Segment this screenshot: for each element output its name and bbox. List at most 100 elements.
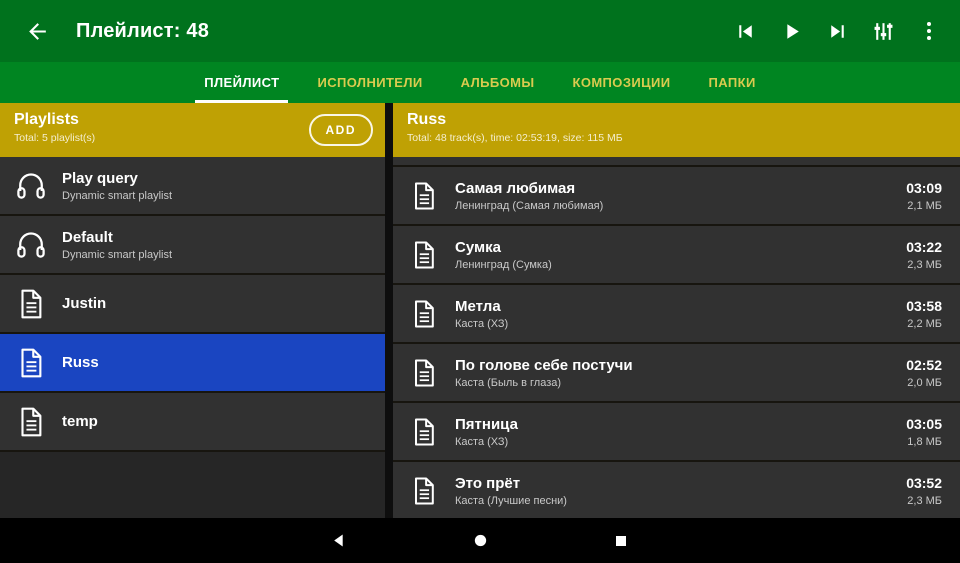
overflow-menu-button[interactable] bbox=[910, 11, 948, 51]
track-meta: 03:58 2,2 МБ bbox=[906, 298, 942, 330]
playlist-subtitle: Dynamic smart playlist bbox=[62, 189, 173, 202]
playlist-title: Justin bbox=[62, 295, 107, 312]
playlist-subtitle: Dynamic smart playlist bbox=[62, 248, 173, 261]
playlist-title: Play query bbox=[62, 169, 138, 187]
track-subtitle: Ленинград (Сумка) bbox=[455, 258, 552, 271]
track-subtitle: Каста (Лучшие песни) bbox=[455, 494, 567, 507]
headphones-icon bbox=[12, 226, 50, 264]
equalizer-button[interactable] bbox=[864, 11, 902, 51]
playlist-title: Default bbox=[62, 228, 113, 246]
add-playlist-button[interactable]: ADD bbox=[308, 114, 373, 146]
track-subtitle: Каста (ХЗ) bbox=[455, 317, 509, 330]
back-button[interactable] bbox=[18, 11, 56, 51]
track-size: 2,2 МБ bbox=[907, 317, 942, 330]
track-duration: 03:58 bbox=[906, 297, 942, 314]
tab-folders[interactable]: ПАПКИ bbox=[692, 62, 773, 103]
tracks-panel-header: Russ Total: 48 track(s), time: 02:53:19,… bbox=[393, 103, 960, 157]
equalizer-sliders-icon bbox=[874, 22, 892, 40]
tracks-panel: Russ Total: 48 track(s), time: 02:53:19,… bbox=[393, 103, 960, 518]
tracks-header-title: Russ bbox=[407, 111, 447, 128]
track-row[interactable]: Это прёт Каста (Лучшие песни) 03:52 2,3 … bbox=[393, 462, 960, 518]
track-row[interactable]: Самая любимая Ленинград (Самая любимая) … bbox=[393, 167, 960, 226]
arrow-left-icon bbox=[28, 22, 46, 40]
music-player-screen: Плейлист: 48 ПЛЕЙЛИСТ ИСПОЛНИТЕЛИ АЛЬБОМ… bbox=[0, 0, 960, 563]
track-meta: 03:22 2,3 МБ bbox=[906, 239, 942, 271]
playlist-item-text: Russ bbox=[62, 354, 367, 371]
nav-recents-icon bbox=[616, 535, 626, 546]
nav-home-button[interactable] bbox=[460, 521, 500, 561]
file-icon bbox=[405, 354, 443, 392]
file-icon bbox=[12, 285, 50, 323]
track-duration: 03:09 bbox=[906, 179, 942, 196]
track-row[interactable]: Метла Каста (ХЗ) 03:58 2,2 МБ bbox=[393, 285, 960, 344]
track-title: Сумка bbox=[455, 238, 501, 256]
track-row[interactable]: По голове себе постучи Каста (Быль в гла… bbox=[393, 344, 960, 403]
track-text: Сумка Ленинград (Сумка) bbox=[455, 239, 896, 271]
track-title: Самая любимая bbox=[455, 179, 576, 197]
track-title: Метла bbox=[455, 297, 501, 315]
playlist-title: temp bbox=[62, 413, 98, 430]
playlist-item-russ-selected[interactable]: Russ bbox=[0, 334, 385, 393]
track-duration: 02:52 bbox=[906, 356, 942, 373]
track-meta: 03:09 2,1 МБ bbox=[906, 180, 942, 212]
file-icon bbox=[405, 295, 443, 333]
file-icon bbox=[12, 403, 50, 441]
track-row[interactable]: Сумка Ленинград (Сумка) 03:22 2,3 МБ bbox=[393, 226, 960, 285]
track-text: Самая любимая Ленинград (Самая любимая) bbox=[455, 180, 896, 212]
file-icon bbox=[405, 413, 443, 451]
nav-recents-button[interactable] bbox=[601, 521, 641, 561]
tab-bar: ПЛЕЙЛИСТ ИСПОЛНИТЕЛИ АЛЬБОМЫ КОМПОЗИЦИИ … bbox=[0, 62, 960, 103]
file-icon bbox=[405, 236, 443, 274]
playlist-item-text: temp bbox=[62, 413, 367, 430]
track-size: 1,8 МБ bbox=[907, 435, 942, 448]
file-icon bbox=[405, 177, 443, 215]
tab-tracks[interactable]: КОМПОЗИЦИИ bbox=[555, 62, 687, 103]
track-text: Это прёт Каста (Лучшие песни) bbox=[455, 475, 896, 507]
android-nav-bar bbox=[0, 518, 960, 563]
playlist-item-text: Play query Dynamic smart playlist bbox=[62, 170, 367, 202]
track-size: 2,3 МБ bbox=[907, 494, 942, 507]
nav-buttons bbox=[319, 521, 641, 561]
track-size: 2,0 МБ bbox=[907, 376, 942, 389]
track-duration: 03:52 bbox=[906, 474, 942, 491]
playlist-item-temp[interactable]: temp bbox=[0, 393, 385, 452]
tab-artists[interactable]: ИСПОЛНИТЕЛИ bbox=[300, 62, 439, 103]
track-row-partial[interactable] bbox=[393, 157, 960, 167]
track-subtitle: Ленинград (Самая любимая) bbox=[455, 199, 604, 212]
nav-back-icon bbox=[333, 534, 343, 547]
nav-back-button[interactable] bbox=[319, 521, 359, 561]
track-meta: 03:52 2,3 МБ bbox=[906, 475, 942, 507]
skip-previous-icon bbox=[738, 24, 752, 38]
skip-next-icon bbox=[830, 24, 844, 38]
playlist-title: Russ bbox=[62, 354, 99, 371]
playlist-item-justin[interactable]: Justin bbox=[0, 275, 385, 334]
play-button[interactable] bbox=[772, 11, 810, 51]
panel-divider bbox=[385, 103, 393, 518]
track-text: По голове себе постучи Каста (Быль в гла… bbox=[455, 357, 896, 389]
track-text: Метла Каста (ХЗ) bbox=[455, 298, 896, 330]
track-row[interactable]: Пятница Каста (ХЗ) 03:05 1,8 МБ bbox=[393, 403, 960, 462]
tab-albums[interactable]: АЛЬБОМЫ bbox=[444, 62, 552, 103]
playlist-item-text: Justin bbox=[62, 295, 367, 312]
playlist-item-play-query[interactable]: Play query Dynamic smart playlist bbox=[0, 157, 385, 216]
overflow-menu-icon bbox=[927, 22, 931, 40]
content-area: Playlists Total: 5 playlist(s) ADD Play … bbox=[0, 103, 960, 518]
page-title: Плейлист: 48 bbox=[76, 19, 210, 42]
tracks-header-subtitle: Total: 48 track(s), time: 02:53:19, size… bbox=[407, 132, 623, 144]
track-meta: 02:52 2,0 МБ bbox=[906, 357, 942, 389]
track-text: Пятница Каста (ХЗ) bbox=[455, 416, 896, 448]
play-icon bbox=[786, 23, 799, 39]
file-icon bbox=[405, 472, 443, 510]
track-title: Это прёт bbox=[455, 474, 521, 492]
nav-home-icon bbox=[474, 534, 486, 547]
track-size: 2,1 МБ bbox=[907, 199, 942, 212]
file-icon bbox=[12, 344, 50, 382]
tab-playlist[interactable]: ПЛЕЙЛИСТ bbox=[187, 62, 296, 103]
playlist-item-default[interactable]: Default Dynamic smart playlist bbox=[0, 216, 385, 275]
skip-previous-button[interactable] bbox=[726, 11, 764, 51]
skip-next-button[interactable] bbox=[818, 11, 856, 51]
playlist-item-text: Default Dynamic smart playlist bbox=[62, 229, 367, 261]
app-bar-actions bbox=[726, 11, 948, 51]
track-subtitle: Каста (Быль в глаза) bbox=[455, 376, 562, 389]
track-title: Пятница bbox=[455, 415, 518, 433]
